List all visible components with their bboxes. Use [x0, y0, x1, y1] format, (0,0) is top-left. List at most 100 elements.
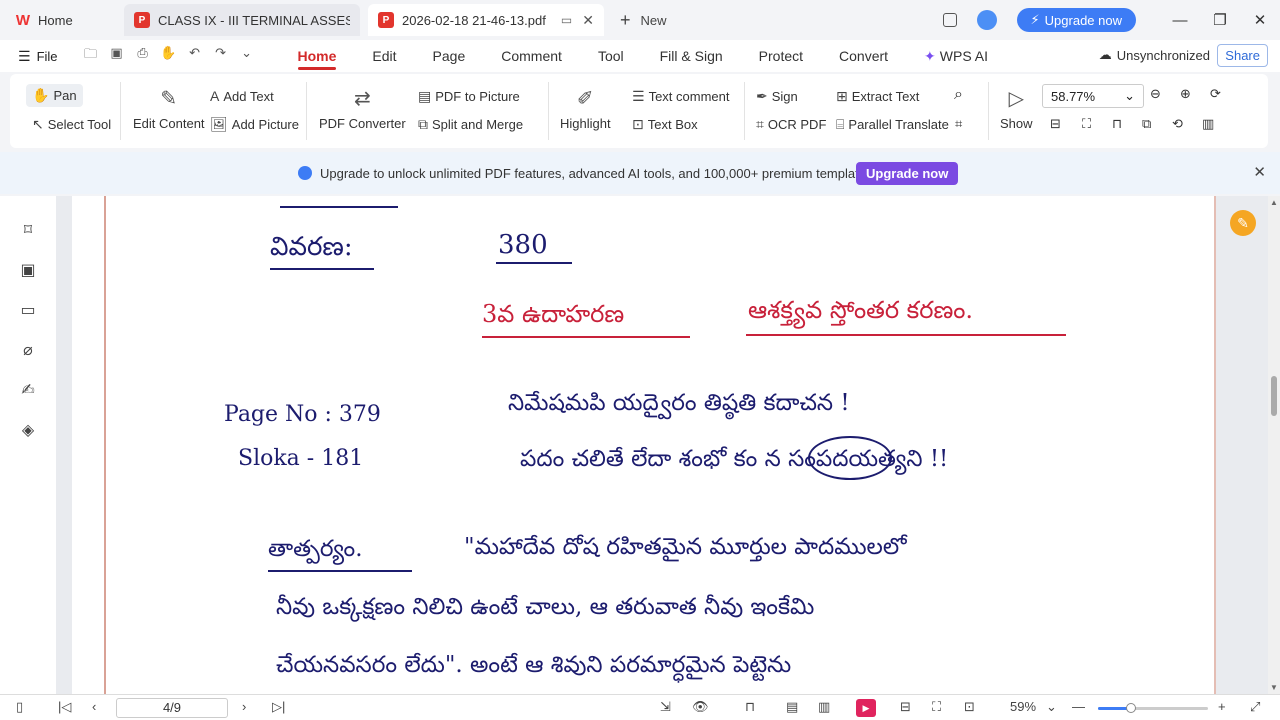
pdf-converter-button[interactable]: ⇄ PDF Converter — [319, 86, 406, 131]
next-page-icon[interactable]: › — [242, 699, 246, 714]
book-view-icon[interactable]: ⊟ — [900, 699, 911, 715]
bookmark-icon[interactable]: ⌑ — [18, 220, 38, 240]
actual-size-icon[interactable]: ⊡ — [964, 699, 975, 715]
zoom-in-icon[interactable]: ⊕ — [1180, 86, 1191, 102]
redo-icon[interactable]: ↷ — [208, 45, 234, 67]
scroll-up-icon[interactable]: ▲ — [1268, 198, 1280, 207]
text-box-button[interactable]: ⊡ Text Box — [632, 116, 698, 133]
new-tab-button[interactable]: + New — [620, 10, 667, 31]
file-menu-label: File — [36, 48, 58, 64]
monitor-icon[interactable]: ▭ — [561, 13, 572, 27]
tab-home[interactable]: W Home — [4, 4, 120, 36]
tab-wps-ai[interactable]: ✦ WPS AI — [906, 40, 1006, 72]
export-icon[interactable]: ⇲ — [660, 699, 671, 715]
first-page-icon[interactable]: |◁ — [58, 699, 71, 715]
tab-document-active[interactable]: P 2026-02-18 21-46-13.pdf ▭ ✕ — [368, 4, 604, 36]
single-page-icon[interactable]: ⧉ — [1142, 116, 1151, 132]
tab-document-class-ix[interactable]: P CLASS IX - III TERMINAL ASSESSMEN — [124, 4, 360, 36]
hand-icon[interactable]: ✋ — [156, 45, 182, 67]
comment-icon[interactable]: ▭ — [18, 300, 38, 320]
tab-edit[interactable]: Edit — [354, 40, 414, 72]
avatar[interactable] — [976, 10, 997, 30]
tab-home-ribbon[interactable]: Home — [280, 40, 355, 72]
zoom-slider-knob[interactable] — [1126, 703, 1136, 713]
open-folder-icon[interactable]: 🗀 — [78, 45, 104, 67]
highlight-button[interactable]: ✐ Highlight — [560, 86, 611, 131]
toggle-sidebar-icon[interactable]: ▯ — [16, 699, 23, 715]
pan-tool-button[interactable]: ✋ Pan — [26, 84, 83, 107]
fullscreen-icon[interactable]: ⤢ — [1250, 699, 1260, 715]
book-view-icon[interactable]: ▥ — [1202, 116, 1214, 132]
chevron-down-icon[interactable]: ⌄ — [234, 45, 260, 67]
layers-icon[interactable]: ◈ — [18, 420, 38, 440]
edit-content-button[interactable]: ✎ Edit Content — [133, 86, 205, 131]
maximize-button[interactable]: ❐ — [1200, 11, 1240, 29]
show-button[interactable]: ▷ Show — [1000, 86, 1033, 131]
print-icon[interactable]: ⎙ — [130, 45, 156, 67]
sign-button[interactable]: ✒ Sign — [756, 88, 798, 105]
vertical-scrollbar[interactable]: ▲ ▼ — [1268, 196, 1280, 694]
upgrade-now-button[interactable]: ⚡ Upgrade now — [1016, 8, 1136, 32]
scrollbar-thumb[interactable] — [1271, 376, 1277, 416]
pdf-converter-label: PDF Converter — [319, 116, 406, 131]
sync-status[interactable]: ☁ Unsynchronized — [1099, 47, 1210, 63]
scroll-down-icon[interactable]: ▼ — [1268, 683, 1280, 692]
undo-icon[interactable]: ↶ — [182, 45, 208, 67]
add-text-button[interactable]: A Add Text — [210, 88, 274, 104]
fit-width-icon[interactable]: ⊓ — [1112, 116, 1122, 132]
tab-protect[interactable]: Protect — [741, 40, 821, 72]
prev-page-icon[interactable]: ‹ — [92, 699, 96, 714]
single-page-view-icon[interactable]: ▤ — [786, 699, 798, 715]
close-tab-icon[interactable]: ✕ — [582, 12, 594, 29]
page-number-input[interactable]: 4/9 — [116, 698, 228, 718]
select-tool-button[interactable]: ↖ Select Tool — [32, 116, 111, 133]
upgrade-now-label: Upgrade now — [1044, 12, 1122, 28]
zoom-select[interactable]: 58.77% ⌄ — [1042, 84, 1144, 108]
two-page-view-icon[interactable]: ▥ — [818, 699, 830, 715]
ocr-pdf-button[interactable]: ⌗ OCR PDF — [756, 116, 826, 133]
extract-text-button[interactable]: ⊞ Extract Text — [836, 88, 919, 105]
signature-icon[interactable]: ✍ — [18, 380, 38, 400]
chevron-down-icon[interactable]: ⌄ — [1046, 699, 1057, 715]
zoom-out-icon[interactable]: ⊖ — [1150, 86, 1161, 102]
fit-width-icon[interactable]: ⊓ — [745, 699, 755, 715]
close-banner-icon[interactable]: ✕ — [1253, 163, 1266, 181]
parallel-translate-button[interactable]: ⌸ Parallel Translate — [836, 116, 949, 133]
zoom-out-icon[interactable]: — — [1072, 699, 1085, 714]
continuous-icon[interactable]: ⟲ — [1172, 116, 1183, 132]
split-merge-button[interactable]: ⧉ Split and Merge — [418, 116, 523, 133]
thumbnail-icon[interactable]: ▣ — [18, 260, 38, 280]
save-icon[interactable]: ▣ — [104, 45, 130, 67]
tab-fill-sign[interactable]: Fill & Sign — [642, 40, 741, 72]
actual-size-icon[interactable]: ⊟ — [1050, 116, 1061, 132]
rotate-icon[interactable]: ⟳ — [1210, 86, 1221, 102]
edit-fab-icon[interactable]: ✎ — [1230, 210, 1256, 236]
scan-icon[interactable]: ⌗ — [955, 116, 962, 132]
play-slideshow-icon[interactable]: ▶ — [856, 699, 876, 717]
eye-icon[interactable]: 👁 — [692, 699, 709, 715]
share-button[interactable]: Share — [1217, 44, 1268, 67]
fit-page-icon[interactable]: ⛶ — [1082, 116, 1091, 132]
tab-convert[interactable]: Convert — [821, 40, 906, 72]
pdf-to-picture-button[interactable]: ▤ PDF to Picture — [418, 88, 520, 105]
text-comment-button[interactable]: ☰ Text comment — [632, 88, 729, 105]
search-icon[interactable]: ⌕ — [954, 86, 963, 104]
attachment-icon[interactable]: ⌀ — [18, 340, 38, 360]
file-menu[interactable]: ☰ File — [18, 48, 58, 65]
minimize-button[interactable]: — — [1160, 12, 1200, 29]
add-picture-button[interactable]: 🖼 Add Picture — [210, 116, 299, 133]
tab-page[interactable]: Page — [415, 40, 484, 72]
document-viewport[interactable]: వివరణ: 380 3వ ఉదాహరణ ఆశక్త్యవ స్తోంతర కర… — [56, 196, 1268, 694]
edit-content-icon: ✎ — [160, 88, 178, 110]
fit-page-icon[interactable]: ⛶ — [932, 699, 941, 715]
window-layout-icon[interactable] — [942, 13, 957, 27]
banner-upgrade-button[interactable]: Upgrade now — [856, 162, 959, 185]
last-page-icon[interactable]: ▷| — [272, 699, 285, 715]
status-zoom-value[interactable]: 59% — [1010, 699, 1036, 714]
extract-text-label: Extract Text — [851, 89, 920, 104]
close-window-button[interactable]: ✕ — [1240, 11, 1280, 29]
zoom-in-icon[interactable]: + — [1218, 699, 1226, 714]
zoom-slider[interactable] — [1098, 703, 1208, 713]
tab-tool[interactable]: Tool — [580, 40, 642, 72]
tab-comment[interactable]: Comment — [483, 40, 580, 72]
